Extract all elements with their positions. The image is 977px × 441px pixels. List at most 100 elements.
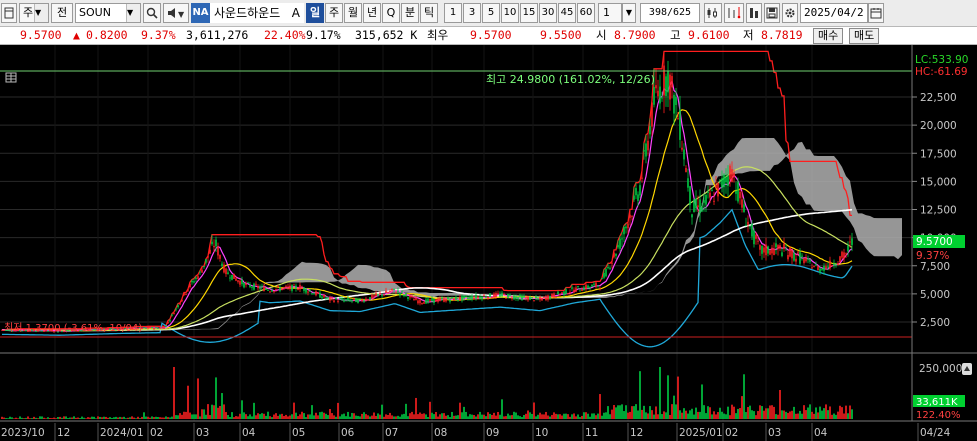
volume-bar: [537, 414, 539, 419]
volume-bar: [631, 406, 633, 419]
volume-bar: [229, 417, 231, 419]
price-chart[interactable]: 최고 24.9800 (161.02%, 12/26) 최저 1.3700 (-…: [0, 45, 977, 441]
candle-body: [739, 191, 741, 199]
sell-button[interactable]: 매도: [849, 28, 880, 44]
interval-dropdown[interactable]: ▼: [622, 3, 636, 23]
volume-bar: [319, 412, 321, 419]
interval-button-3[interactable]: 3: [463, 3, 481, 23]
candle-body: [259, 287, 261, 289]
interval-button-10[interactable]: 10: [501, 3, 519, 23]
volume-bar: [185, 411, 187, 419]
interval-button-15[interactable]: 15: [520, 3, 538, 23]
candle-body: [357, 299, 359, 303]
candle-body: [179, 303, 181, 305]
speaker-icon: ▼: [168, 8, 185, 19]
volume-bar: [491, 414, 493, 419]
volume-bar: [171, 416, 173, 419]
interval-input[interactable]: 1: [598, 3, 622, 23]
volume-bar: [291, 414, 293, 419]
tab-period-6[interactable]: 틱: [420, 3, 438, 23]
volume-bar: [663, 411, 665, 419]
volume-bar: [419, 412, 421, 419]
candle-body: [467, 297, 469, 299]
volume-bar: [613, 405, 615, 419]
candle-body: [159, 327, 161, 329]
align-button[interactable]: [746, 3, 762, 23]
candle-body: [817, 266, 819, 271]
volume-bar: [127, 417, 129, 419]
signal-button[interactable]: [724, 3, 744, 23]
volume-bar: [415, 397, 417, 419]
interval-button-30[interactable]: 30: [539, 3, 557, 23]
volume-bar: [155, 416, 157, 419]
interval-button-60[interactable]: 60: [577, 3, 595, 23]
buy-button[interactable]: 매수: [813, 28, 844, 44]
sound-button[interactable]: ▼: [163, 3, 189, 23]
volume-bar: [23, 418, 25, 419]
volume-bar: [177, 415, 179, 419]
volume-bar: [847, 413, 849, 419]
candle-body: [153, 328, 155, 330]
lc-label: LC:533.90: [915, 54, 968, 66]
time-tick-label: 2023/10: [1, 427, 45, 439]
tab-period-1[interactable]: 주: [325, 3, 343, 23]
candle-body: [523, 296, 525, 298]
volume-bar: [211, 404, 213, 419]
candle-body: [235, 278, 237, 281]
time-tick-label: 10: [535, 427, 548, 439]
tab-period-5[interactable]: 분: [401, 3, 419, 23]
market-select-2[interactable]: 전: [51, 3, 73, 23]
volume-bar: [309, 414, 311, 419]
tab-period-2[interactable]: 월: [344, 3, 362, 23]
volume-bar: [755, 415, 757, 419]
candle-body: [531, 297, 533, 299]
chart-type-button[interactable]: [704, 3, 722, 23]
settings-button[interactable]: [782, 3, 798, 23]
volume-bar: [553, 412, 555, 419]
volume-bar: [189, 412, 191, 419]
candle-body: [493, 293, 495, 298]
volume-bar: [159, 417, 161, 419]
candle-body: [183, 292, 185, 296]
volume-bar: [205, 414, 207, 419]
search-button[interactable]: [143, 3, 161, 23]
window-menu-icon[interactable]: [1, 3, 17, 23]
interval-button-45[interactable]: 45: [558, 3, 576, 23]
volume-bar: [649, 406, 651, 419]
volume-bar: [393, 416, 395, 419]
volume-bar: [325, 413, 327, 419]
interval-button-1[interactable]: 1: [444, 3, 462, 23]
volume-bar: [409, 413, 411, 419]
candle-body: [761, 245, 763, 254]
candle-body: [429, 299, 431, 301]
symbol-input[interactable]: SOUN ▼: [75, 3, 141, 23]
candle-body: [635, 188, 637, 196]
candle-body: [401, 291, 403, 293]
market-select[interactable]: 주 ▼: [19, 3, 49, 23]
volume-bar: [41, 416, 43, 419]
volume-bar: [1, 416, 3, 419]
volume-bar: [695, 407, 697, 419]
volume-bar: [145, 416, 147, 419]
volume-bar: [837, 411, 839, 419]
calendar-button[interactable]: [868, 3, 884, 23]
tab-period-4[interactable]: Q: [382, 3, 400, 23]
candle-body: [651, 102, 653, 127]
tab-period-3[interactable]: 년: [363, 3, 381, 23]
interval-button-5[interactable]: 5: [482, 3, 500, 23]
volume-bar: [187, 385, 189, 419]
volume-bar: [777, 414, 779, 419]
volume-bar: [153, 417, 155, 419]
volume-bar: [273, 414, 275, 419]
candle-body: [827, 266, 829, 268]
date-input[interactable]: 2025/04/2: [800, 3, 868, 23]
volume-bar: [679, 410, 681, 419]
save-button[interactable]: [764, 3, 780, 23]
candle-body: [151, 327, 153, 329]
price-tick-label: 22,500: [920, 92, 957, 104]
volume-bar: [365, 414, 367, 419]
candle-body: [805, 258, 807, 262]
candle-body: [145, 327, 147, 329]
volume-bar: [781, 410, 783, 419]
tab-period-0[interactable]: 일: [306, 3, 324, 23]
